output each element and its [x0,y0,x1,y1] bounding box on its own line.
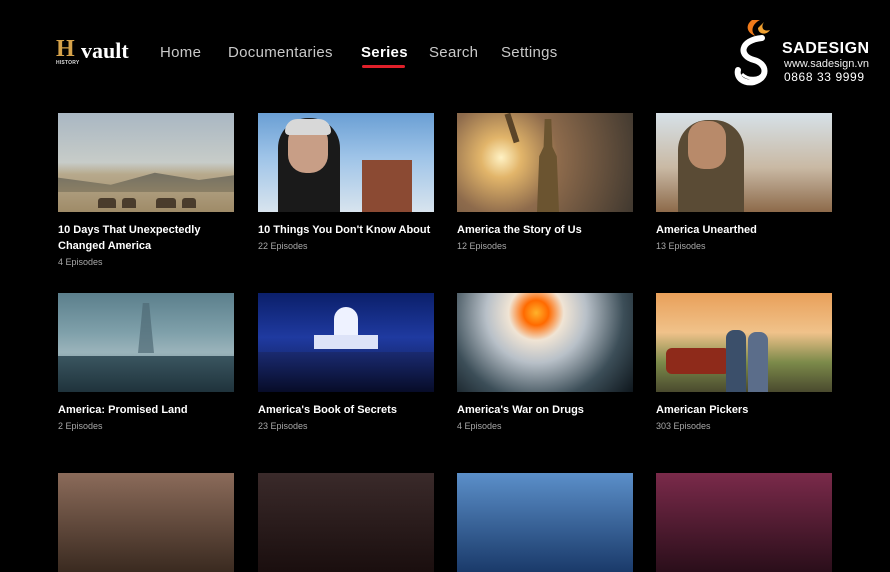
series-title: America: Promised Land [58,404,188,416]
series-title: America Unearthed [656,224,757,236]
series-title: America the Story of Us [457,224,582,236]
series-title: American Pickers [656,404,749,416]
series-episode-count: 4 Episodes [58,257,103,267]
series-thumbnail [258,473,434,572]
series-card[interactable]: America's Book of Secrets 23 Episodes [258,293,434,431]
series-title: 10 Things You Don't Know About [258,224,431,236]
series-card[interactable] [58,473,234,572]
series-episode-count: 4 Episodes [457,421,502,431]
series-thumbnail [258,113,434,212]
series-episode-count: 23 Episodes [258,421,308,431]
series-thumbnail [457,473,633,572]
series-card[interactable] [656,473,832,572]
series-thumbnail [58,293,234,392]
series-title: America's War on Drugs [457,404,584,416]
series-thumbnail [656,113,832,212]
series-grid: 10 Days That Unexpectedly Changed Americ… [0,0,890,572]
series-card[interactable]: America the Story of Us 12 Episodes [457,113,633,251]
series-thumbnail [258,293,434,392]
series-card[interactable]: America's War on Drugs 4 Episodes [457,293,633,431]
series-card[interactable] [258,473,434,572]
series-episode-count: 12 Episodes [457,241,507,251]
series-thumbnail [58,113,234,212]
series-card[interactable]: American Pickers 303 Episodes [656,293,832,431]
series-episode-count: 303 Episodes [656,421,711,431]
series-card[interactable]: 10 Days That Unexpectedly Changed Americ… [58,113,234,267]
series-thumbnail [457,113,633,212]
series-episode-count: 2 Episodes [58,421,103,431]
series-thumbnail [58,473,234,572]
series-title: America's Book of Secrets [258,404,397,416]
series-thumbnail [457,293,633,392]
series-card[interactable]: America Unearthed 13 Episodes [656,113,832,251]
series-thumbnail [656,293,832,392]
series-thumbnail [656,473,832,572]
series-card[interactable]: 10 Things You Don't Know About 22 Episod… [258,113,434,251]
series-episode-count: 13 Episodes [656,241,706,251]
series-card[interactable]: America: Promised Land 2 Episodes [58,293,234,431]
series-title: 10 Days That Unexpectedly Changed Americ… [58,224,201,252]
series-card[interactable] [457,473,633,572]
series-episode-count: 22 Episodes [258,241,308,251]
